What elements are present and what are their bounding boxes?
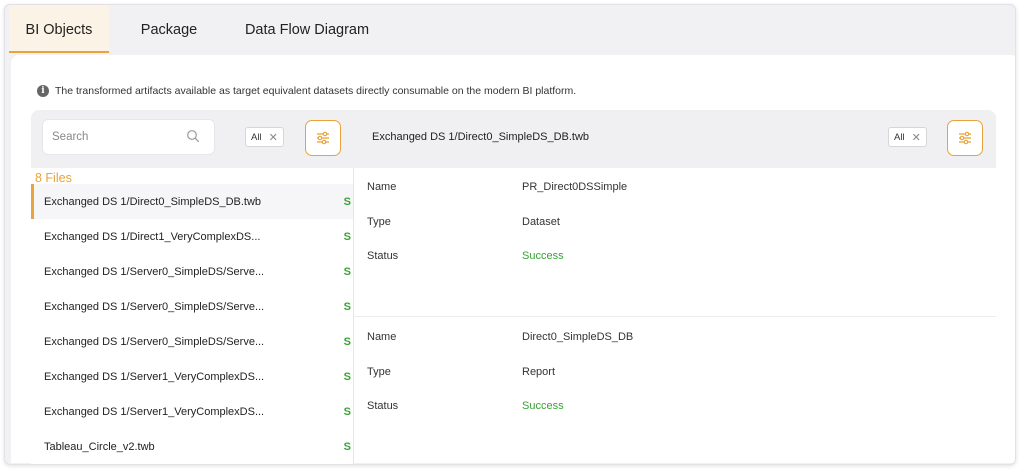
app-window: BI Objects Package Data Flow Diagram i T…: [4, 4, 1016, 465]
detail-label: Type: [367, 366, 391, 378]
detail-type-row: Type Dataset: [367, 216, 560, 228]
file-name: Exchanged DS 1/Server0_SimpleDS/Serve...: [44, 300, 265, 313]
detail-label: Status: [367, 400, 399, 412]
list-item[interactable]: Tableau_Circle_v2.twb S: [31, 429, 353, 464]
status-badge: S: [343, 370, 351, 383]
close-icon[interactable]: ✕: [912, 131, 921, 144]
detail-value: Report: [522, 366, 556, 378]
status-badge: S: [343, 335, 351, 348]
detail-value: PR_Direct0DSSimple: [522, 181, 628, 193]
details-toolbar: Exchanged DS 1/Direct0_SimpleDS_DB.twb A…: [353, 110, 996, 168]
detail-status-row: Status Success: [367, 250, 564, 262]
detail-value: Direct0_SimpleDS_DB: [522, 331, 634, 343]
detail-value: Dataset: [522, 216, 560, 228]
detail-name-row: Name Direct0_SimpleDS_DB: [367, 331, 633, 343]
list-item[interactable]: Exchanged DS 1/Server0_SimpleDS/Serve...…: [31, 289, 353, 324]
info-banner: i The transformed artifacts available as…: [37, 85, 576, 97]
content-panel: i The transformed artifacts available as…: [11, 55, 1015, 464]
file-count: 8 Files: [35, 171, 72, 185]
list-item[interactable]: Exchanged DS 1/Server1_VeryComplexDS... …: [31, 394, 353, 429]
tab-data-flow-diagram[interactable]: Data Flow Diagram: [233, 5, 381, 53]
status-badge: S: [343, 195, 351, 208]
sliders-icon: [959, 131, 971, 145]
status-badge: S: [343, 405, 351, 418]
detail-type-row: Type Report: [367, 366, 555, 378]
detail-status-row: Status Success: [367, 400, 564, 412]
file-list-toolbar: Search All ✕: [31, 110, 353, 168]
file-name: Exchanged DS 1/Direct1_VeryComplexDS...: [44, 230, 261, 243]
search-icon[interactable]: [186, 129, 200, 143]
status-badge: S: [343, 440, 351, 453]
detail-label: Type: [367, 216, 391, 228]
file-name: Exchanged DS 1/Server0_SimpleDS/Serve...: [44, 265, 265, 278]
file-name: Exchanged DS 1/Server1_VeryComplexDS...: [44, 405, 265, 418]
filter-button[interactable]: [947, 120, 983, 156]
info-text: The transformed artifacts available as t…: [55, 85, 577, 97]
close-icon[interactable]: ✕: [269, 131, 278, 144]
filter-chip-label: All: [894, 131, 905, 143]
filter-button[interactable]: [305, 120, 341, 156]
status-badge: S: [343, 230, 351, 243]
file-list: Exchanged DS 1/Direct0_SimpleDS_DB.twb S…: [31, 184, 353, 464]
filter-chip-all[interactable]: All ✕: [888, 127, 927, 147]
tab-package[interactable]: Package: [125, 5, 213, 53]
list-item[interactable]: Exchanged DS 1/Server0_SimpleDS/Serve...…: [31, 254, 353, 289]
card-divider: [354, 316, 996, 317]
detail-status-value: Success: [522, 400, 564, 412]
status-badge: S: [343, 265, 351, 278]
detail-label: Name: [367, 181, 397, 193]
info-icon: i: [37, 85, 49, 97]
file-name: Exchanged DS 1/Server0_SimpleDS/Serve...: [44, 335, 265, 348]
file-name: Exchanged DS 1/Direct0_SimpleDS_DB.twb: [44, 195, 262, 208]
filter-chip-all[interactable]: All ✕: [245, 127, 284, 147]
detail-label: Name: [367, 331, 397, 343]
list-item[interactable]: Exchanged DS 1/Server0_SimpleDS/Serve...…: [31, 324, 353, 359]
search-input[interactable]: Search: [42, 119, 215, 155]
filter-chip-label: All: [251, 131, 262, 143]
list-item[interactable]: Exchanged DS 1/Direct1_VeryComplexDS... …: [31, 219, 353, 254]
file-name: Tableau_Circle_v2.twb: [44, 440, 155, 453]
file-name: Exchanged DS 1/Server1_VeryComplexDS...: [44, 370, 265, 383]
sliders-icon: [317, 131, 329, 145]
status-badge: S: [343, 300, 351, 313]
detail-status-value: Success: [522, 250, 564, 262]
search-placeholder: Search: [52, 131, 89, 143]
selected-file-title: Exchanged DS 1/Direct0_SimpleDS_DB.twb: [372, 131, 590, 143]
list-item[interactable]: Exchanged DS 1/Direct0_SimpleDS_DB.twb S: [31, 184, 353, 219]
list-item[interactable]: Exchanged DS 1/Server1_VeryComplexDS... …: [31, 359, 353, 394]
detail-name-row: Name PR_Direct0DSSimple: [367, 181, 627, 193]
tab-bar: BI Objects Package Data Flow Diagram: [5, 5, 1015, 53]
details-pane: Name PR_Direct0DSSimple Type Dataset Sta…: [354, 168, 996, 464]
tab-bi-objects[interactable]: BI Objects: [9, 5, 109, 53]
detail-label: Status: [367, 250, 399, 262]
